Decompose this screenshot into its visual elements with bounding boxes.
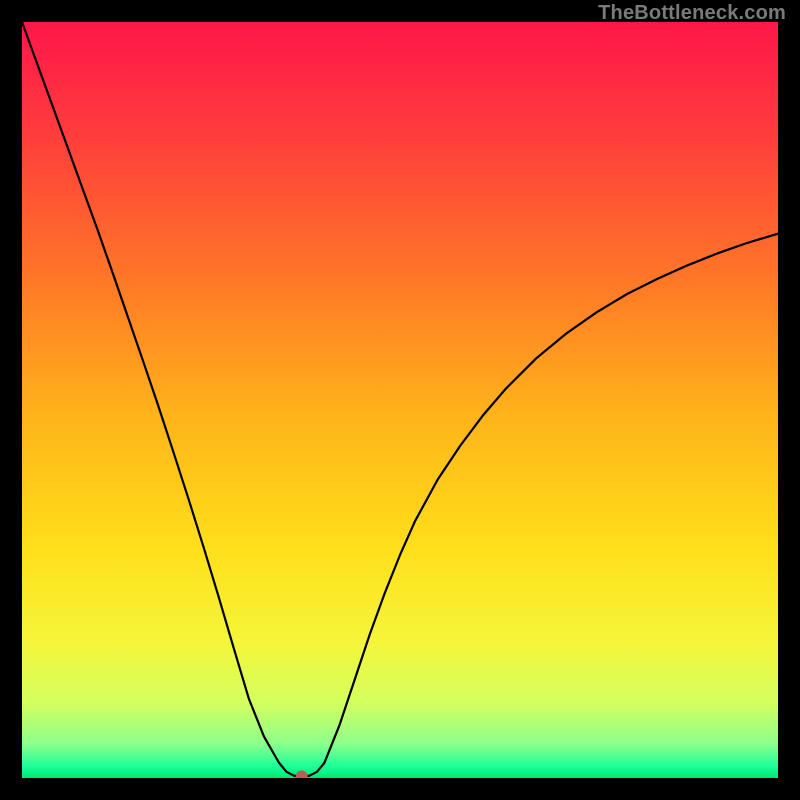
plot-area (22, 22, 778, 778)
chart-svg (22, 22, 778, 778)
chart-frame: TheBottleneck.com (0, 0, 800, 800)
gradient-background (22, 22, 778, 778)
